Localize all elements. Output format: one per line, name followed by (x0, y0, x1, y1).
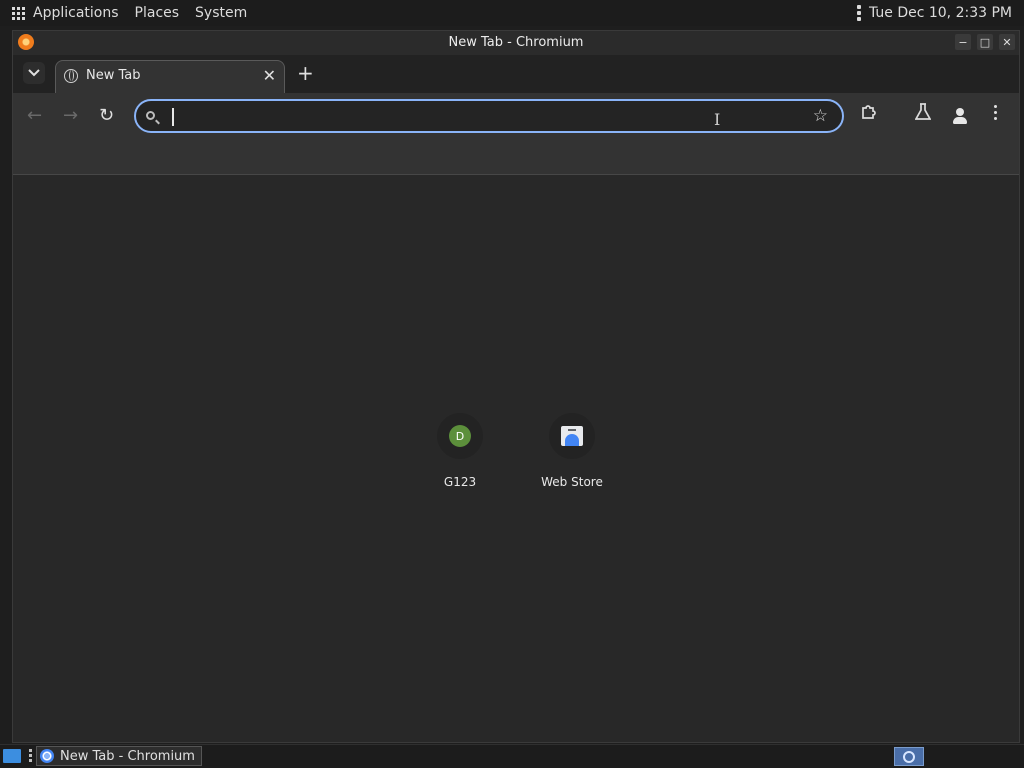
tab-strip: New Tab ✕ + (13, 55, 1019, 93)
applications-menu[interactable]: Applications (33, 5, 119, 21)
reload-button[interactable]: ↻ (99, 105, 114, 126)
text-cursor-icon: I (714, 110, 721, 129)
tab-new-tab[interactable]: New Tab ✕ (55, 60, 285, 93)
shortcut-label: G123 (443, 475, 477, 489)
workspace-window-icon (903, 750, 915, 763)
shortcut-circle (549, 413, 595, 459)
labs-flask-icon[interactable] (914, 103, 932, 126)
web-store-icon (561, 426, 583, 446)
places-menu[interactable]: Places (135, 5, 180, 21)
minimize-icon: − (958, 35, 968, 49)
new-tab-page: D G123 Web Store (13, 175, 1019, 742)
taskbar-item-chromium[interactable]: New Tab - Chromium (36, 746, 202, 766)
applications-grid-icon[interactable] (12, 6, 25, 20)
site-favicon-icon: D (449, 425, 471, 447)
text-caret (172, 108, 174, 126)
omnibox[interactable]: I ☆ (134, 99, 844, 133)
title-bar[interactable]: New Tab - Chromium − □ ✕ (13, 31, 1019, 55)
bottom-panel: New Tab - Chromium (0, 744, 1024, 768)
forward-button[interactable]: → (63, 105, 78, 126)
shortcut-circle: D (437, 413, 483, 459)
browser-window: New Tab - Chromium − □ ✕ New Tab ✕ + ← →… (12, 30, 1020, 743)
profile-icon[interactable] (951, 107, 969, 125)
minimize-button[interactable]: − (955, 34, 971, 50)
plus-icon: + (297, 61, 314, 85)
chromium-icon (40, 749, 54, 763)
reload-icon: ↻ (99, 105, 115, 126)
maximize-icon: □ (979, 35, 991, 49)
bookmark-star-icon[interactable]: ☆ (813, 106, 828, 126)
toolbar: ← → ↻ I ☆ (13, 93, 1019, 175)
search-icon (146, 111, 155, 120)
tab-search-button[interactable] (23, 62, 45, 84)
menu-icon[interactable] (994, 105, 997, 120)
shortcut-label: Web Store (541, 475, 603, 489)
chevron-down-icon (28, 69, 40, 77)
top-panel: Applications Places System Tue Dec 10, 2… (0, 0, 1024, 26)
close-window-button[interactable]: ✕ (999, 34, 1015, 50)
panel-handle-icon[interactable] (856, 5, 861, 21)
shortcut-tile-web-store[interactable]: Web Store (527, 413, 617, 489)
back-icon: ← (27, 105, 43, 126)
window-title: New Tab - Chromium (448, 35, 584, 50)
globe-icon (64, 69, 78, 83)
shortcut-tile-g123[interactable]: D G123 (415, 413, 505, 489)
show-desktop-icon[interactable] (3, 749, 21, 763)
clock[interactable]: Tue Dec 10, 2:33 PM (869, 5, 1012, 21)
workspace-switcher[interactable] (894, 747, 924, 766)
forward-icon: → (63, 105, 79, 126)
back-button[interactable]: ← (27, 105, 42, 126)
tab-close-icon[interactable]: ✕ (263, 66, 276, 85)
system-menu[interactable]: System (195, 5, 247, 21)
taskbar-item-label: New Tab - Chromium (60, 748, 195, 764)
close-icon: ✕ (1002, 35, 1012, 49)
maximize-button[interactable]: □ (977, 34, 993, 50)
panel-grip-icon[interactable] (29, 749, 32, 762)
new-tab-button[interactable]: + (297, 61, 314, 85)
tab-title: New Tab (86, 68, 141, 83)
extensions-icon[interactable] (860, 103, 878, 126)
